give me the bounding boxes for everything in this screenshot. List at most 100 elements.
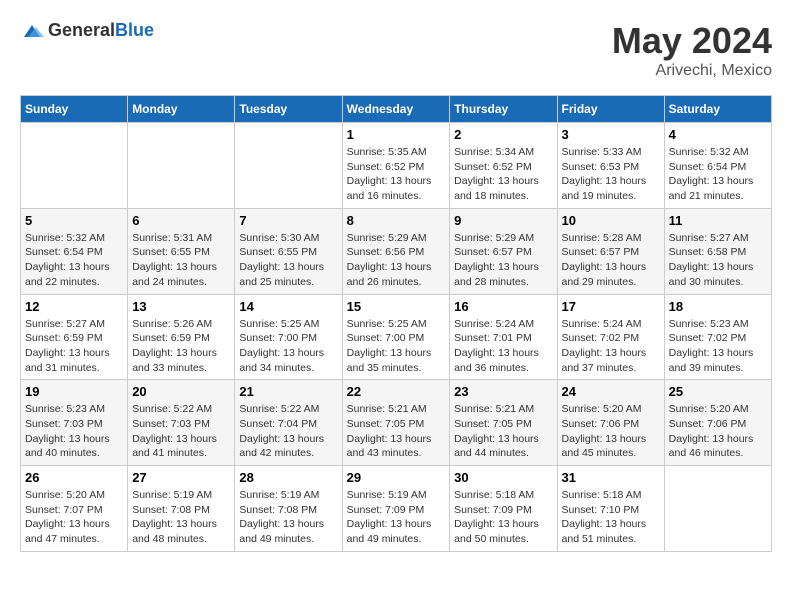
col-wednesday: Wednesday	[342, 96, 450, 123]
logo: GeneralBlue	[20, 20, 154, 41]
col-sunday: Sunday	[21, 96, 128, 123]
table-row: 31 Sunrise: 5:18 AMSunset: 7:10 PMDayligh…	[557, 466, 664, 552]
day-number: 10	[562, 213, 660, 228]
day-number: 19	[25, 384, 123, 399]
table-row: 28Sunrise: 5:19 AMSunset: 7:08 PMDayligh…	[235, 466, 342, 552]
day-number: 14	[239, 299, 337, 314]
table-row: 20 Sunrise: 5:22 AMSunset: 7:03 PMDayligh…	[128, 380, 235, 466]
day-number: 23	[454, 384, 552, 399]
table-row	[235, 123, 342, 209]
title-block: May 2024 Arivechi, Mexico	[612, 20, 772, 80]
day-number: 29	[347, 470, 446, 485]
day-number: 4	[669, 127, 767, 142]
day-info: Sunrise: 5:29 AMSunset: 6:56 PMDaylight:…	[347, 231, 446, 290]
table-row: 18 Sunrise: 5:23 AMSunset: 7:02 PMDayligh…	[664, 294, 771, 380]
table-row: 21 Sunrise: 5:22 AMSunset: 7:04 PMDayligh…	[235, 380, 342, 466]
calendar-week-1: 1 Sunrise: 5:35 AMSunset: 6:52 PMDaylight…	[21, 123, 772, 209]
day-number: 22	[347, 384, 446, 399]
day-info: Sunrise: 5:29 AMSunset: 6:57 PMDaylight:…	[454, 231, 552, 290]
table-row: 15Sunrise: 5:25 AMSunset: 7:00 PMDayligh…	[342, 294, 450, 380]
table-row: 25Sunrise: 5:20 AMSunset: 7:06 PMDayligh…	[664, 380, 771, 466]
day-number: 31	[562, 470, 660, 485]
day-number: 5	[25, 213, 123, 228]
table-row: 29 Sunrise: 5:19 AMSunset: 7:09 PMDayligh…	[342, 466, 450, 552]
day-info: Sunrise: 5:27 AMSunset: 6:59 PMDaylight:…	[25, 317, 123, 376]
table-row: 17 Sunrise: 5:24 AMSunset: 7:02 PMDayligh…	[557, 294, 664, 380]
day-number: 18	[669, 299, 767, 314]
day-info: Sunrise: 5:32 AMSunset: 6:54 PMDaylight:…	[669, 145, 767, 204]
col-thursday: Thursday	[450, 96, 557, 123]
day-number: 25	[669, 384, 767, 399]
day-info: Sunrise: 5:21 AMSunset: 7:05 PMDaylight:…	[454, 402, 552, 461]
day-info: Sunrise: 5:23 AMSunset: 7:02 PMDaylight:…	[669, 317, 767, 376]
table-row: 23 Sunrise: 5:21 AMSunset: 7:05 PMDayligh…	[450, 380, 557, 466]
day-number: 16	[454, 299, 552, 314]
col-friday: Friday	[557, 96, 664, 123]
table-row: 2Sunrise: 5:34 AMSunset: 6:52 PMDaylight…	[450, 123, 557, 209]
day-info: Sunrise: 5:33 AMSunset: 6:53 PMDaylight:…	[562, 145, 660, 204]
calendar-header-row: Sunday Monday Tuesday Wednesday Thursday…	[21, 96, 772, 123]
day-info: Sunrise: 5:22 AMSunset: 7:03 PMDaylight:…	[132, 402, 230, 461]
location: Arivechi, Mexico	[612, 62, 772, 80]
day-info: Sunrise: 5:24 AMSunset: 7:02 PMDaylight:…	[562, 317, 660, 376]
day-info: Sunrise: 5:26 AMSunset: 6:59 PMDaylight:…	[132, 317, 230, 376]
day-info: Sunrise: 5:19 AMSunset: 7:09 PMDaylight:…	[347, 488, 446, 547]
day-info: Sunrise: 5:20 AMSunset: 7:07 PMDaylight:…	[25, 488, 123, 547]
table-row: 5 Sunrise: 5:32 AMSunset: 6:54 PMDaylight…	[21, 208, 128, 294]
day-info: Sunrise: 5:25 AMSunset: 7:00 PMDaylight:…	[347, 317, 446, 376]
day-number: 6	[132, 213, 230, 228]
day-info: Sunrise: 5:34 AMSunset: 6:52 PMDaylight:…	[454, 145, 552, 204]
table-row: 26Sunrise: 5:20 AMSunset: 7:07 PMDayligh…	[21, 466, 128, 552]
day-number: 9	[454, 213, 552, 228]
calendar-week-4: 19 Sunrise: 5:23 AMSunset: 7:03 PMDayligh…	[21, 380, 772, 466]
month-year: May 2024	[612, 20, 772, 62]
day-number: 12	[25, 299, 123, 314]
table-row: 12 Sunrise: 5:27 AMSunset: 6:59 PMDayligh…	[21, 294, 128, 380]
day-info: Sunrise: 5:22 AMSunset: 7:04 PMDaylight:…	[239, 402, 337, 461]
day-number: 8	[347, 213, 446, 228]
logo-blue: Blue	[115, 20, 154, 40]
day-info: Sunrise: 5:24 AMSunset: 7:01 PMDaylight:…	[454, 317, 552, 376]
day-info: Sunrise: 5:18 AMSunset: 7:10 PMDaylight:…	[562, 488, 660, 547]
table-row: 8 Sunrise: 5:29 AMSunset: 6:56 PMDaylight…	[342, 208, 450, 294]
day-number: 11	[669, 213, 767, 228]
day-info: Sunrise: 5:28 AMSunset: 6:57 PMDaylight:…	[562, 231, 660, 290]
table-row: 24 Sunrise: 5:20 AMSunset: 7:06 PMDayligh…	[557, 380, 664, 466]
table-row: 13Sunrise: 5:26 AMSunset: 6:59 PMDayligh…	[128, 294, 235, 380]
day-number: 21	[239, 384, 337, 399]
day-info: Sunrise: 5:19 AMSunset: 7:08 PMDaylight:…	[239, 488, 337, 547]
table-row: 11 Sunrise: 5:27 AMSunset: 6:58 PMDayligh…	[664, 208, 771, 294]
day-number: 24	[562, 384, 660, 399]
table-row	[21, 123, 128, 209]
day-number: 20	[132, 384, 230, 399]
day-info: Sunrise: 5:18 AMSunset: 7:09 PMDaylight:…	[454, 488, 552, 547]
day-number: 3	[562, 127, 660, 142]
day-info: Sunrise: 5:32 AMSunset: 6:54 PMDaylight:…	[25, 231, 123, 290]
table-row: 3 Sunrise: 5:33 AMSunset: 6:53 PMDaylight…	[557, 123, 664, 209]
table-row: 22 Sunrise: 5:21 AMSunset: 7:05 PMDayligh…	[342, 380, 450, 466]
day-info: Sunrise: 5:19 AMSunset: 7:08 PMDaylight:…	[132, 488, 230, 547]
page-header: GeneralBlue May 2024 Arivechi, Mexico	[20, 20, 772, 80]
table-row: 6 Sunrise: 5:31 AMSunset: 6:55 PMDaylight…	[128, 208, 235, 294]
day-info: Sunrise: 5:20 AMSunset: 7:06 PMDaylight:…	[562, 402, 660, 461]
table-row: 14Sunrise: 5:25 AMSunset: 7:00 PMDayligh…	[235, 294, 342, 380]
table-row: 30Sunrise: 5:18 AMSunset: 7:09 PMDayligh…	[450, 466, 557, 552]
table-row: 19 Sunrise: 5:23 AMSunset: 7:03 PMDayligh…	[21, 380, 128, 466]
col-monday: Monday	[128, 96, 235, 123]
table-row: 4 Sunrise: 5:32 AMSunset: 6:54 PMDaylight…	[664, 123, 771, 209]
calendar-week-5: 26Sunrise: 5:20 AMSunset: 7:07 PMDayligh…	[21, 466, 772, 552]
table-row	[664, 466, 771, 552]
day-number: 1	[347, 127, 446, 142]
day-info: Sunrise: 5:23 AMSunset: 7:03 PMDaylight:…	[25, 402, 123, 461]
day-info: Sunrise: 5:35 AMSunset: 6:52 PMDaylight:…	[347, 145, 446, 204]
day-number: 17	[562, 299, 660, 314]
day-info: Sunrise: 5:30 AMSunset: 6:55 PMDaylight:…	[239, 231, 337, 290]
logo-general: General	[48, 20, 115, 40]
day-info: Sunrise: 5:27 AMSunset: 6:58 PMDaylight:…	[669, 231, 767, 290]
day-info: Sunrise: 5:31 AMSunset: 6:55 PMDaylight:…	[132, 231, 230, 290]
day-number: 27	[132, 470, 230, 485]
table-row: 9 Sunrise: 5:29 AMSunset: 6:57 PMDaylight…	[450, 208, 557, 294]
table-row	[128, 123, 235, 209]
logo-icon	[20, 21, 44, 41]
day-info: Sunrise: 5:21 AMSunset: 7:05 PMDaylight:…	[347, 402, 446, 461]
